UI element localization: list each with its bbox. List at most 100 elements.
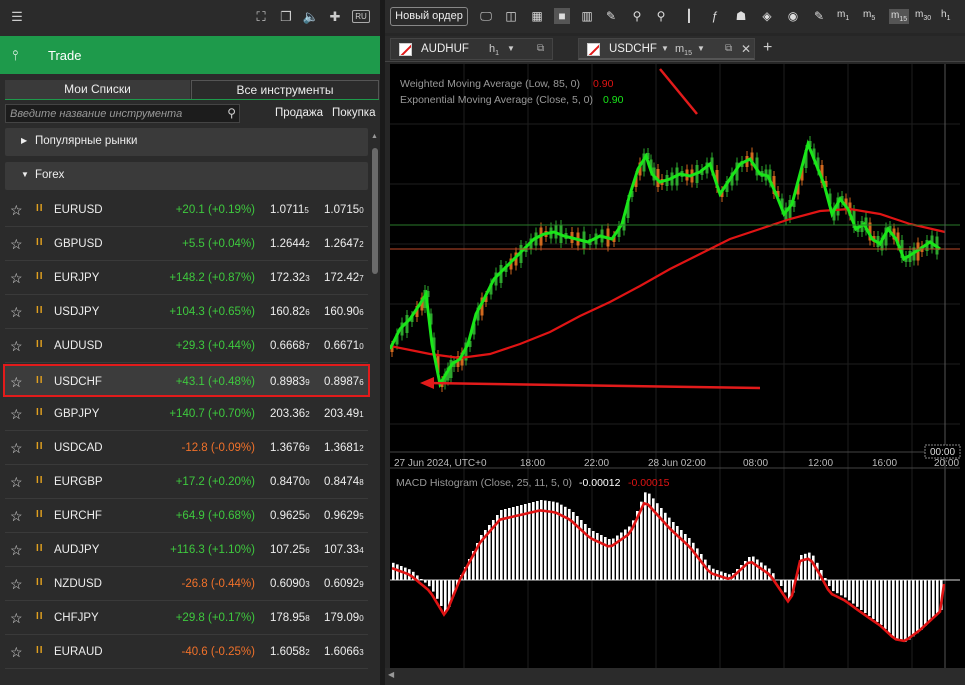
pause-icon[interactable]: II [36, 645, 44, 656]
windows-icon[interactable]: ❐ [277, 9, 295, 25]
chart-tab-timeframe[interactable]: m15 [675, 43, 692, 57]
price-chart[interactable]: Weighted Moving Average (Low, 85, 0) 0.9… [390, 64, 965, 668]
sell-price[interactable]: 178.958 [270, 612, 310, 624]
grid-icon[interactable]: ▦ [529, 8, 545, 24]
buy-price[interactable]: 160.906 [324, 306, 364, 318]
external-link-icon[interactable]: ⧉ [537, 43, 544, 54]
robot-icon[interactable]: ☗ [733, 8, 749, 24]
pause-icon[interactable]: II [36, 441, 44, 452]
star-icon[interactable]: ☆ [10, 338, 23, 355]
star-icon[interactable]: ☆ [10, 406, 23, 423]
eye-icon[interactable]: ◉ [785, 8, 801, 24]
fullscreen-icon[interactable]: ⛶ [252, 9, 270, 25]
star-icon[interactable]: ☆ [10, 440, 23, 457]
zoom-out-icon[interactable]: ⚲ [653, 8, 669, 24]
instrument-row-eurusd[interactable]: ☆ II EURUSD +20.1 (+0.19%) 1.07115 1.07150 [5, 194, 368, 227]
pause-icon[interactable]: II [36, 475, 44, 486]
instrument-row-eurjpy[interactable]: ☆ II EURJPY +148.2 (+0.87%) 172.323 172.427 [5, 262, 368, 295]
pause-icon[interactable]: II [36, 305, 44, 316]
instrument-row-gbpjpy[interactable]: ☆ II GBPJPY +140.7 (+0.70%) 203.362 203.491 [5, 398, 368, 431]
star-icon[interactable]: ☆ [10, 610, 23, 627]
sell-price[interactable]: 0.66687 [270, 340, 310, 352]
zoom-in-icon[interactable]: ⚲ [629, 8, 645, 24]
indicators-icon[interactable]: ƒ [707, 8, 723, 24]
star-icon[interactable]: ☆ [10, 644, 23, 661]
single-layout-icon[interactable]: ■ [554, 8, 570, 24]
tab-all-instruments[interactable]: Все инструменты [191, 80, 379, 99]
draw-icon[interactable]: ✎ [603, 8, 619, 24]
buy-price[interactable]: 1.07150 [324, 204, 364, 216]
pause-icon[interactable]: II [36, 203, 44, 214]
sell-price[interactable]: 203.362 [270, 408, 310, 420]
pause-icon[interactable]: II [36, 543, 44, 554]
pause-icon[interactable]: II [36, 611, 44, 622]
star-icon[interactable]: ☆ [10, 474, 23, 491]
layout-icon[interactable]: ◫ [503, 8, 519, 24]
sell-price[interactable]: 107.256 [270, 544, 310, 556]
instrument-row-euraud[interactable]: ☆ II EURAUD -40.6 (-0.25%) 1.60582 1.60663 [5, 636, 368, 669]
instrument-row-audjpy[interactable]: ☆ II AUDJPY +116.3 (+1.10%) 107.256 107.334 [5, 534, 368, 567]
star-icon[interactable]: ☆ [10, 236, 23, 253]
menu-icon[interactable]: ☰ [8, 9, 26, 25]
buy-price[interactable]: 203.491 [324, 408, 364, 420]
buy-price[interactable]: 0.60929 [324, 578, 364, 590]
chart-tab-audhuf[interactable]: AUDHUF h1 ▼ ⧉ [390, 38, 553, 60]
pause-icon[interactable]: II [36, 509, 44, 520]
pause-icon[interactable]: II [36, 577, 44, 588]
scrollbar[interactable] [372, 148, 378, 274]
add-tab-icon[interactable]: + [763, 39, 772, 57]
instrument-row-gbpusd[interactable]: ☆ II GBPUSD +5.5 (+0.04%) 1.26442 1.26472 [5, 228, 368, 261]
sell-price[interactable]: 0.84700 [270, 476, 310, 488]
instrument-row-usdcad[interactable]: ☆ II USDCAD -12.8 (-0.09%) 1.36769 1.36812 [5, 432, 368, 465]
instrument-row-chfjpy[interactable]: ☆ II CHFJPY +29.8 (+0.17%) 178.958 179.090 [5, 602, 368, 635]
search-icon[interactable]: ⚲ [227, 106, 236, 120]
timeframe-m1[interactable]: m1 [837, 9, 849, 22]
star-icon[interactable]: ☆ [10, 202, 23, 219]
sell-price[interactable]: 0.89839 [270, 376, 310, 388]
chevron-down-icon[interactable]: ▼ [507, 44, 515, 53]
tab-my-lists[interactable]: Мои Списки [5, 80, 190, 99]
sound-icon[interactable]: 🔈 [302, 9, 320, 25]
pause-icon[interactable]: II [36, 375, 44, 386]
sell-price[interactable]: 172.323 [270, 272, 310, 284]
split-layout-icon[interactable]: ▥ [579, 8, 595, 24]
close-icon[interactable]: ✕ [741, 42, 751, 56]
sell-price[interactable]: 1.60582 [270, 646, 310, 658]
buy-price[interactable]: 0.84748 [324, 476, 364, 488]
scroll-up-icon[interactable]: ▲ [371, 133, 378, 140]
buy-price[interactable]: 1.60663 [324, 646, 364, 658]
sell-price[interactable]: 1.07115 [270, 204, 309, 216]
star-icon[interactable]: ☆ [10, 542, 23, 559]
buy-price[interactable]: 0.66710 [324, 340, 364, 352]
settings-chart-icon[interactable]: ✎ [811, 8, 827, 24]
sell-price[interactable]: 1.36769 [270, 442, 310, 454]
timeframe-m5[interactable]: m5 [863, 9, 875, 22]
pause-icon[interactable]: II [36, 237, 44, 248]
star-icon[interactable]: ☆ [10, 270, 23, 287]
buy-price[interactable]: 179.090 [324, 612, 364, 624]
monitor-icon[interactable]: 🖵 [478, 8, 494, 24]
buy-price[interactable]: 172.427 [324, 272, 364, 284]
pause-icon[interactable]: II [36, 339, 44, 350]
timeframe-m15[interactable]: m15 [889, 9, 910, 24]
sell-price[interactable]: 0.60903 [270, 578, 310, 590]
sell-price[interactable]: 160.826 [270, 306, 310, 318]
chart-tab-timeframe[interactable]: h1 [489, 43, 499, 57]
star-icon[interactable]: ☆ [10, 508, 23, 525]
scroll-left-icon[interactable]: ◀ [388, 670, 394, 679]
buy-price[interactable]: 1.36812 [324, 442, 364, 454]
timeframe-h1[interactable]: h1 [941, 9, 950, 22]
star-icon[interactable]: ☆ [10, 304, 23, 321]
pause-icon[interactable]: II [36, 271, 44, 282]
sell-price[interactable]: 0.96250 [270, 510, 310, 522]
timeframe-m30[interactable]: m30 [915, 9, 931, 22]
instrument-row-nzdusd[interactable]: ☆ II NZDUSD -26.8 (-0.44%) 0.60903 0.60929 [5, 568, 368, 601]
buy-price[interactable]: 0.89876 [324, 376, 364, 388]
new-order-button[interactable]: Новый ордер [390, 7, 468, 26]
instrument-row-usdchf[interactable]: ☆ II USDCHF +43.1 (+0.48%) 0.89839 0.89876 [3, 364, 370, 397]
candles-icon[interactable]: ┃ [681, 8, 697, 24]
search-input[interactable] [10, 105, 220, 122]
buy-price[interactable]: 1.26472 [324, 238, 364, 250]
pause-icon[interactable]: II [36, 407, 44, 418]
group-popular-markets[interactable]: ▶ Популярные рынки [5, 128, 368, 156]
